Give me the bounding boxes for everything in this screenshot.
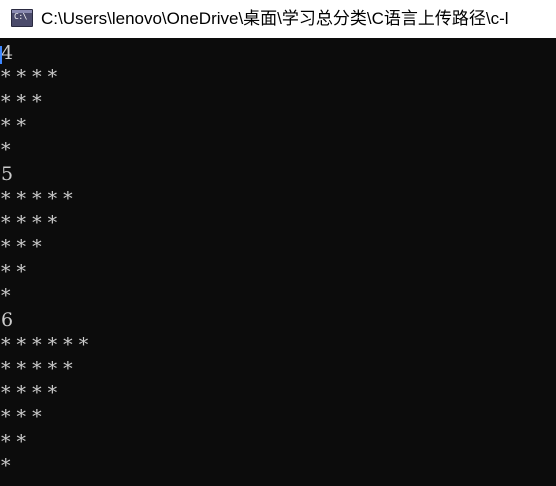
console-line: * * bbox=[1, 260, 27, 283]
console-line: * * bbox=[1, 114, 27, 137]
console-line: * * * * * * bbox=[1, 333, 89, 356]
console-line: * * * * bbox=[1, 66, 58, 89]
console-line: 5 bbox=[1, 163, 14, 186]
console-line: * * * * bbox=[1, 212, 58, 235]
console-line: * * bbox=[1, 430, 27, 453]
cmd-console-icon[interactable]: C:\ bbox=[11, 9, 33, 27]
console-line: * * * bbox=[1, 90, 42, 113]
console-line: 4 bbox=[1, 42, 14, 64]
console-line: * * * bbox=[1, 406, 42, 429]
icon-label: C:\ bbox=[14, 12, 27, 21]
console-line: * * * * * bbox=[1, 187, 73, 210]
console-line: * bbox=[1, 455, 11, 478]
console-line: * bbox=[1, 139, 11, 162]
console-line: * * * bbox=[1, 236, 42, 259]
console-line: 6 bbox=[1, 309, 14, 332]
text-caret bbox=[0, 46, 2, 64]
console-window: C:\ C:\Users\lenovo\OneDrive\桌面\学习总分类\C语… bbox=[0, 0, 556, 486]
window-title: C:\Users\lenovo\OneDrive\桌面\学习总分类\C语言上传路… bbox=[41, 9, 509, 28]
console-line: * * * * bbox=[1, 382, 58, 405]
console-output[interactable]: 4 * * * * * * * * * * 5 * * * * * * * * … bbox=[0, 41, 556, 486]
console-line: * * * * * bbox=[1, 357, 73, 380]
console-line: * bbox=[1, 284, 11, 307]
title-bar[interactable]: C:\ C:\Users\lenovo\OneDrive\桌面\学习总分类\C语… bbox=[0, 0, 556, 38]
